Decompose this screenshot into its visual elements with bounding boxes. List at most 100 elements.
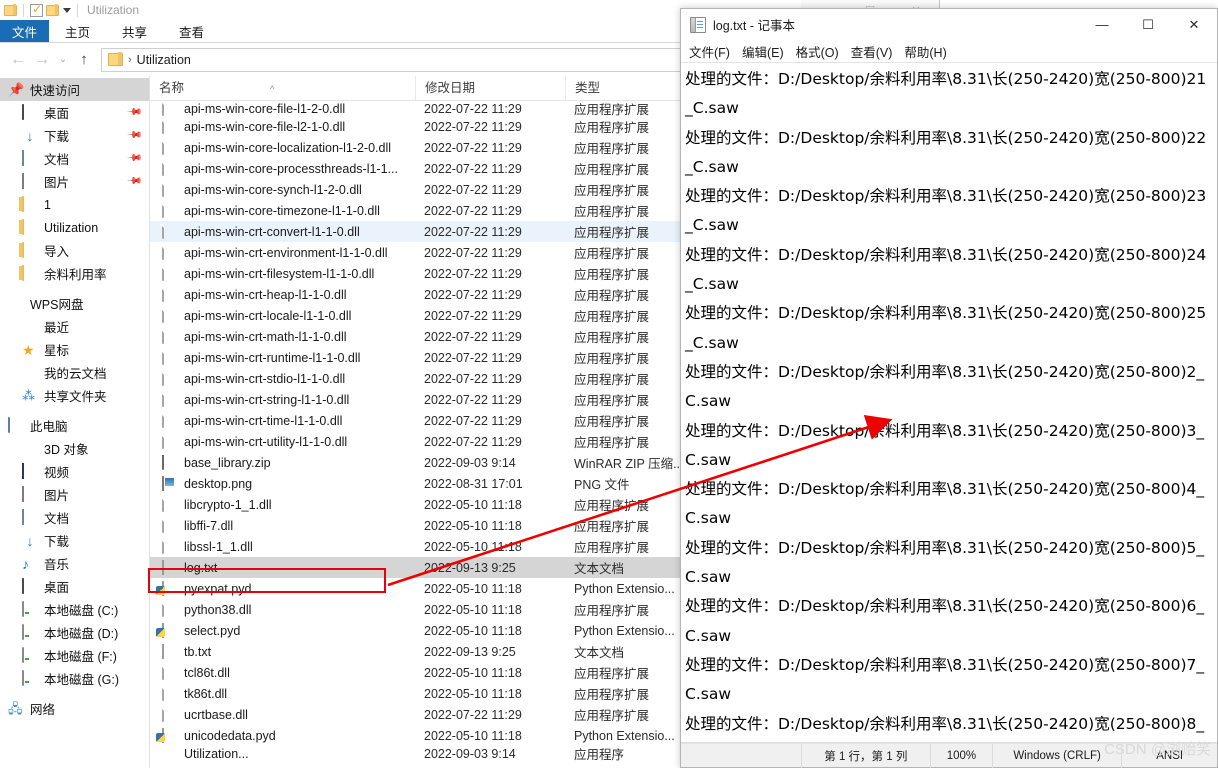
file-name-cell[interactable]: tk86t.dll xyxy=(150,685,415,702)
sidebar-item-此电脑[interactable]: 此电脑 xyxy=(0,414,149,437)
file-name-cell[interactable]: tb.txt xyxy=(150,643,415,660)
file-name-cell[interactable]: libffi-7.dll xyxy=(150,517,415,534)
sidebar-item-1[interactable]: 1 xyxy=(0,193,149,216)
file-name-cell[interactable]: libcrypto-1_1.dll xyxy=(150,496,415,513)
sidebar-item-label: 最近 xyxy=(44,321,70,335)
sidebar-item-下载[interactable]: ↓ 下载 xyxy=(0,529,149,552)
sidebar-item-共享文件夹[interactable]: ⁂ 共享文件夹 xyxy=(0,384,149,407)
pin-icon[interactable]: 📌 xyxy=(125,127,142,144)
file-name-cell[interactable]: api-ms-win-crt-convert-l1-1-0.dll xyxy=(150,223,415,240)
sidebar-item-utilization[interactable]: Utilization xyxy=(0,216,149,239)
folder-icon[interactable] xyxy=(4,3,17,16)
navigation-pane[interactable]: 📌 快速访问 桌面 📌 ↓ 下载 📌 文档 📌 图片 📌 1 Utilization 导入 余料利用率 WPS… xyxy=(0,76,150,768)
tab-file[interactable]: 文件 xyxy=(0,20,50,42)
forward-button[interactable]: → xyxy=(30,48,54,72)
pin-icon[interactable]: 📌 xyxy=(125,173,142,190)
file-name-label: api-ms-win-crt-stdio-l1-1-0.dll xyxy=(184,371,346,386)
sidebar-item-网络[interactable]: 🖧 网络 xyxy=(0,697,149,720)
file-name-cell[interactable]: unicodedata.pyd xyxy=(150,727,415,744)
file-name-cell[interactable]: api-ms-win-crt-locale-l1-1-0.dll xyxy=(150,307,415,324)
file-name-cell[interactable]: api-ms-win-core-synch-l1-2-0.dll xyxy=(150,181,415,198)
recent-locations-button[interactable]: ⌄ xyxy=(54,48,72,72)
sidebar-item-label: 下载 xyxy=(44,130,70,144)
sidebar-item-余料利用率[interactable]: 余料利用率 xyxy=(0,262,149,285)
sidebar-item-本地磁盘c[interactable]: 本地磁盘 (C:) xyxy=(0,598,149,621)
file-name-cell[interactable]: libssl-1_1.dll xyxy=(150,538,415,555)
file-name-cell[interactable]: api-ms-win-crt-filesystem-l1-1-0.dll xyxy=(150,265,415,282)
file-name-cell[interactable]: api-ms-win-crt-utility-l1-1-0.dll xyxy=(150,433,415,450)
file-name-cell[interactable]: api-ms-win-crt-math-l1-1-0.dll xyxy=(150,328,415,345)
tab-view[interactable]: 查看 xyxy=(163,20,220,42)
column-header-name[interactable]: 名称 ^ xyxy=(150,76,415,101)
file-name-cell[interactable]: Utilization... xyxy=(150,746,415,762)
sidebar-item-最近[interactable]: 最近 xyxy=(0,315,149,338)
file-name-cell[interactable]: api-ms-win-core-file-l1-2-0.dll xyxy=(150,100,415,117)
notepad-text-area[interactable]: 处理的文件：D:/Desktop/余料利用率\8.31\长(250-2420)宽… xyxy=(681,62,1217,743)
dll-icon xyxy=(162,433,177,450)
menu-view[interactable]: 查看(V) xyxy=(851,42,893,61)
file-name-cell[interactable]: api-ms-win-crt-runtime-l1-1-0.dll xyxy=(150,349,415,366)
notepad-maximize-button[interactable]: ☐ xyxy=(1125,9,1171,40)
menu-file[interactable]: 文件(F) xyxy=(689,42,730,61)
dll-icon xyxy=(162,244,177,261)
column-header-date[interactable]: 修改日期 xyxy=(415,76,565,101)
pin-icon[interactable]: 📌 xyxy=(125,104,142,121)
menu-format[interactable]: 格式(O) xyxy=(796,42,839,61)
up-button[interactable]: ↑ xyxy=(72,48,96,72)
pin-icon[interactable]: 📌 xyxy=(125,150,142,167)
sidebar-item-快速访问[interactable]: 📌 快速访问 xyxy=(0,78,149,101)
sidebar-item-音乐[interactable]: ♪ 音乐 xyxy=(0,552,149,575)
file-name-cell[interactable]: base_library.zip xyxy=(150,454,415,471)
sidebar-item-视频[interactable]: 视频 xyxy=(0,460,149,483)
file-name-cell[interactable]: api-ms-win-core-file-l2-1-0.dll xyxy=(150,118,415,135)
sidebar-item-本地磁盘d[interactable]: 本地磁盘 (D:) xyxy=(0,621,149,644)
file-name-cell[interactable]: api-ms-win-crt-string-l1-1-0.dll xyxy=(150,391,415,408)
sidebar-item-label: 本地磁盘 (G:) xyxy=(44,673,119,687)
sidebar-item-导入[interactable]: 导入 xyxy=(0,239,149,262)
notepad-close-button[interactable]: ✕ xyxy=(1171,9,1217,40)
file-name-cell[interactable]: python38.dll xyxy=(150,601,415,618)
desktop-icon xyxy=(22,103,38,121)
menu-help[interactable]: 帮助(H) xyxy=(904,42,946,61)
sidebar-item-本地磁盘g[interactable]: 本地磁盘 (G:) xyxy=(0,667,149,690)
sidebar-item-下载[interactable]: ↓ 下载 📌 xyxy=(0,124,149,147)
sidebar-item-3d对象[interactable]: 3D 对象 xyxy=(0,437,149,460)
sidebar-item-文档[interactable]: 文档 xyxy=(0,506,149,529)
sidebar-item-桌面[interactable]: 桌面 xyxy=(0,575,149,598)
file-name-cell[interactable]: api-ms-win-crt-time-l1-1-0.dll xyxy=(150,412,415,429)
file-name-cell[interactable]: ucrtbase.dll xyxy=(150,706,415,723)
back-button[interactable]: ← xyxy=(6,48,30,72)
file-name-cell[interactable]: api-ms-win-crt-environment-l1-1-0.dll xyxy=(150,244,415,261)
properties-checkbox-icon[interactable] xyxy=(30,2,43,17)
customize-caret-icon[interactable] xyxy=(63,7,71,13)
file-name-cell[interactable]: pyexpat.pyd xyxy=(150,580,415,597)
menu-edit[interactable]: 编辑(E) xyxy=(742,42,784,61)
sidebar-item-文档[interactable]: 文档 📌 xyxy=(0,147,149,170)
breadcrumb-current[interactable]: Utilization xyxy=(137,53,191,67)
file-name-cell[interactable]: desktop.png xyxy=(150,475,415,492)
file-name-cell[interactable]: api-ms-win-crt-stdio-l1-1-0.dll xyxy=(150,370,415,387)
file-name-cell[interactable]: api-ms-win-core-localization-l1-2-0.dll xyxy=(150,139,415,156)
new-folder-icon[interactable] xyxy=(46,3,59,16)
tab-home[interactable]: 主页 xyxy=(49,20,106,42)
file-name-cell[interactable]: log.txt xyxy=(150,559,415,576)
tab-share[interactable]: 共享 xyxy=(106,20,163,42)
videos-icon xyxy=(22,462,38,480)
file-name-cell[interactable]: tcl86t.dll xyxy=(150,664,415,681)
sidebar-item-图片[interactable]: 图片 xyxy=(0,483,149,506)
sidebar-item-图片[interactable]: 图片 📌 xyxy=(0,170,149,193)
sidebar-item-星标[interactable]: ★ 星标 xyxy=(0,338,149,361)
notepad-minimize-button[interactable]: — xyxy=(1079,9,1125,40)
txt-icon xyxy=(162,643,177,660)
sidebar-item-label: 3D 对象 xyxy=(44,443,89,457)
file-name-cell[interactable]: select.pyd xyxy=(150,622,415,639)
sidebar-item-wps网盘[interactable]: WPS网盘 xyxy=(0,292,149,315)
sidebar-item-我的云文档[interactable]: 我的云文档 xyxy=(0,361,149,384)
file-name-cell[interactable]: api-ms-win-core-processthreads-l1-1... xyxy=(150,160,415,177)
sidebar-item-桌面[interactable]: 桌面 📌 xyxy=(0,101,149,124)
file-name-cell[interactable]: api-ms-win-crt-heap-l1-1-0.dll xyxy=(150,286,415,303)
sidebar-item-本地磁盘f[interactable]: 本地磁盘 (F:) xyxy=(0,644,149,667)
pyd-icon xyxy=(162,622,177,639)
file-name-cell[interactable]: api-ms-win-core-timezone-l1-1-0.dll xyxy=(150,202,415,219)
